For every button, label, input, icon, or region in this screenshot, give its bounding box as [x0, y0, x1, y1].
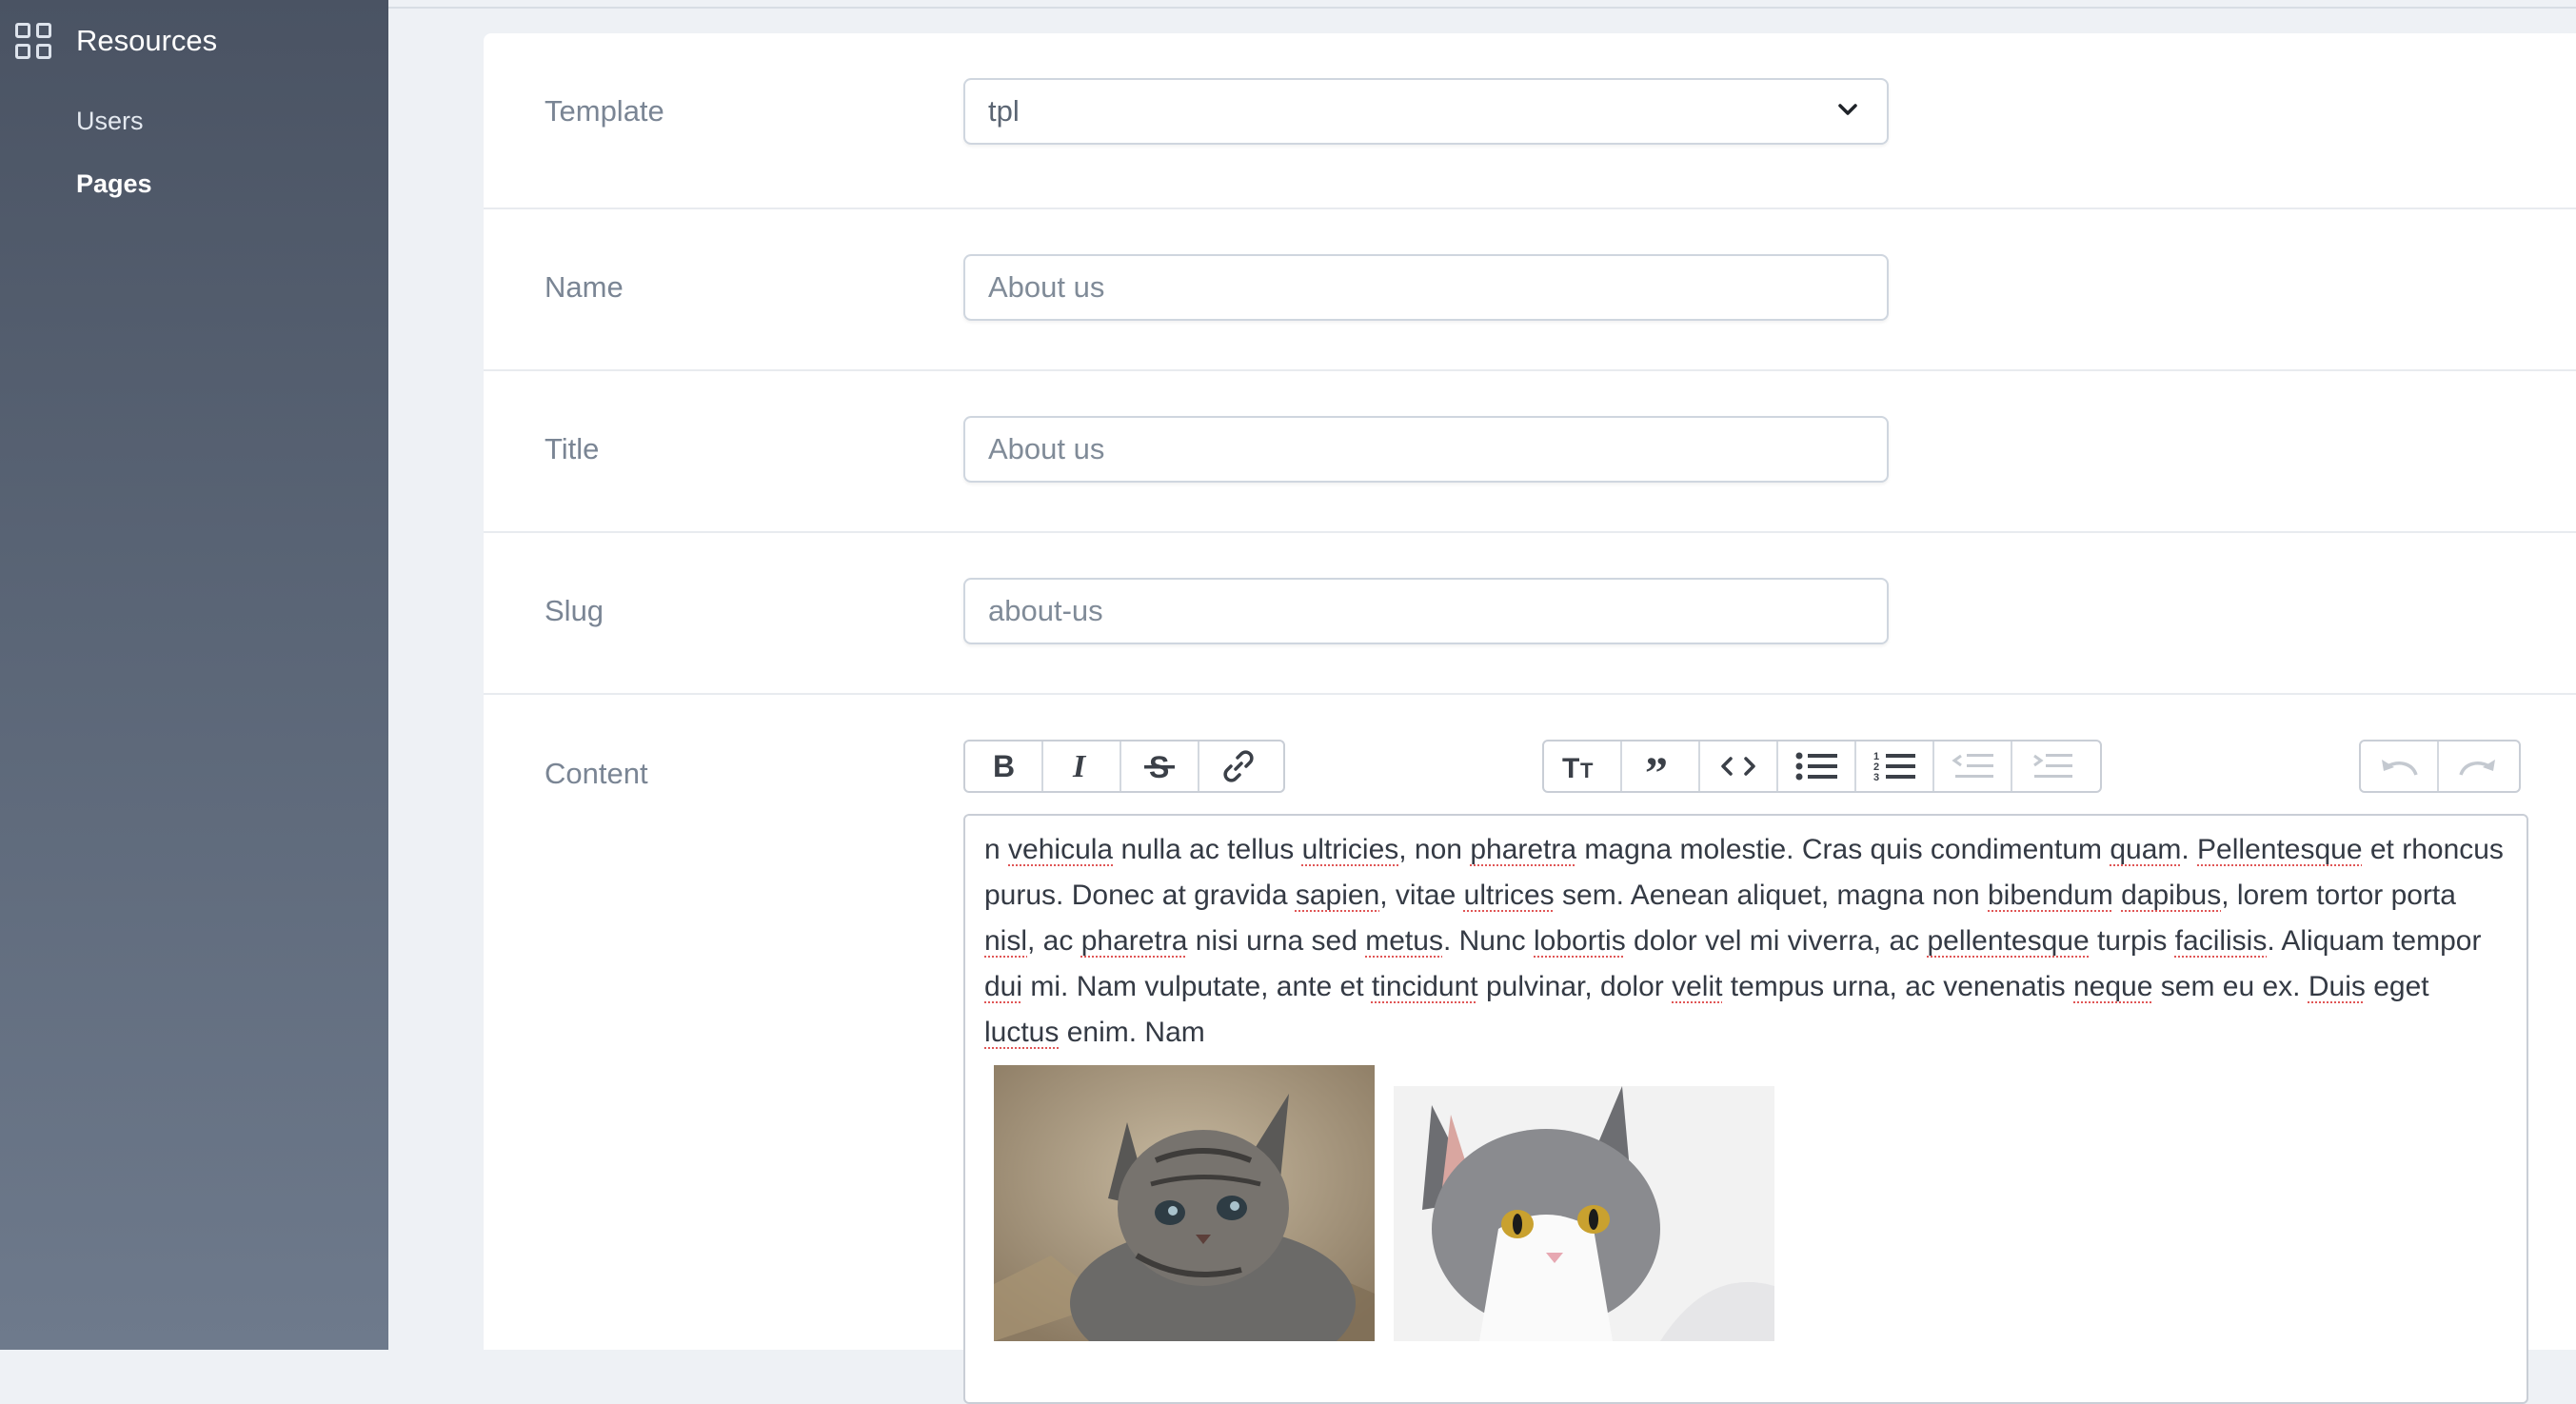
svg-text:3: 3: [1873, 772, 1879, 782]
strikethrough-button[interactable]: S: [1121, 742, 1199, 791]
bullet-list-button[interactable]: [1778, 742, 1856, 791]
code-icon: [1721, 757, 1755, 776]
sidebar: Resources Users Pages: [0, 0, 388, 1350]
chevron-down-icon: [1838, 104, 1857, 115]
name-label: Name: [545, 270, 624, 304]
title-input[interactable]: About us: [963, 416, 1889, 483]
slug-label: Slug: [545, 594, 604, 627]
grid-icon: [15, 23, 51, 59]
template-row: Template tpl: [484, 33, 2576, 209]
heading-icon: T T: [1562, 753, 1594, 781]
title-row: Title About us: [484, 371, 2576, 533]
bold-button[interactable]: B: [965, 742, 1043, 791]
slug-input-value: about-us: [988, 594, 1103, 627]
template-label: Template: [545, 94, 664, 128]
italic-icon: I: [1072, 752, 1087, 781]
gray-white-cat-photo[interactable]: [1394, 1086, 1774, 1341]
indent-icon: [2033, 754, 2072, 778]
quote-icon: ”: [1645, 752, 1668, 781]
numbered-list-icon: 1 2 3: [1873, 751, 1915, 782]
undo-button[interactable]: [2361, 742, 2439, 791]
top-divider: [388, 7, 2576, 9]
form-panel: Template tpl Name About us Title About u…: [484, 33, 2576, 1404]
content-editor-text[interactable]: n vehicula nulla ac tellus ultricies, no…: [984, 827, 2507, 1056]
link-button[interactable]: [1199, 742, 1278, 791]
svg-text:T: T: [1580, 759, 1594, 781]
text-format-toolbar: B I S: [963, 740, 1285, 793]
content-editor[interactable]: n vehicula nulla ac tellus ultricies, no…: [963, 814, 2528, 1404]
outdent-icon: [1952, 754, 1993, 778]
undo-icon: [2382, 760, 2418, 776]
link-icon: [1223, 750, 1254, 782]
name-input-value: About us: [988, 270, 1105, 304]
name-input[interactable]: About us: [963, 254, 1889, 321]
svg-text:”: ”: [1645, 752, 1668, 781]
template-select-value: tpl: [988, 94, 1020, 128]
sidebar-item-users[interactable]: Users: [76, 107, 144, 136]
numbered-list-button[interactable]: 1 2 3: [1856, 742, 1934, 791]
title-input-value: About us: [988, 432, 1105, 465]
quote-button[interactable]: ”: [1622, 742, 1700, 791]
redo-icon: [2459, 760, 2495, 776]
heading-button[interactable]: T T: [1544, 742, 1622, 791]
svg-text:T: T: [1562, 753, 1579, 781]
slug-input[interactable]: about-us: [963, 578, 1889, 644]
italic-button[interactable]: I: [1043, 742, 1121, 791]
bold-icon: B: [993, 752, 1015, 781]
content-label: Content: [545, 757, 648, 790]
history-toolbar: [2359, 740, 2521, 793]
redo-button[interactable]: [2439, 742, 2517, 791]
block-format-toolbar: T T ” 1 2 3: [1542, 740, 2102, 793]
name-row: Name About us: [484, 209, 2576, 371]
svg-text:I: I: [1072, 752, 1087, 781]
sidebar-brand[interactable]: Resources: [15, 19, 217, 63]
bullet-list-icon: [1795, 752, 1837, 781]
title-label: Title: [545, 432, 600, 465]
code-button[interactable]: [1700, 742, 1778, 791]
sidebar-brand-label: Resources: [76, 24, 218, 57]
svg-text:B: B: [993, 752, 1015, 781]
strikethrough-icon: S: [1144, 751, 1175, 781]
indent-button[interactable]: [2012, 742, 2091, 791]
sidebar-item-pages[interactable]: Pages: [76, 169, 152, 199]
outdent-button[interactable]: [1934, 742, 2012, 791]
template-select[interactable]: tpl: [963, 78, 1889, 145]
slug-row: Slug about-us: [484, 533, 2576, 695]
tabby-kitten-photo[interactable]: [994, 1065, 1375, 1341]
